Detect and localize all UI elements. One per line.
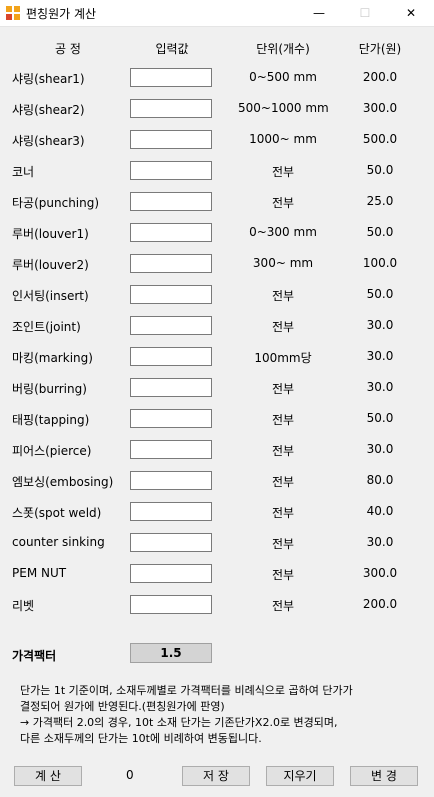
row-unit-price: 50.0 [366, 225, 394, 239]
row-unit: 전부 [271, 196, 295, 210]
header-process: 공 정 [55, 42, 81, 56]
app-icon [6, 6, 20, 20]
row-unit: 전부 [271, 382, 295, 396]
row-unit-price: 30.0 [366, 535, 394, 549]
calculate-button[interactable]: 계 산 [14, 766, 82, 786]
change-button[interactable]: 변 경 [350, 766, 418, 786]
window-title: 편칭원가 계산 [26, 7, 97, 21]
row-unit-price: 30.0 [366, 380, 394, 394]
row-input-field[interactable] [130, 316, 212, 335]
save-button[interactable]: 저 장 [182, 766, 250, 786]
row-input-field[interactable] [130, 161, 212, 180]
close-button[interactable]: ✕ [388, 0, 434, 26]
row-unit-price: 300.0 [362, 101, 398, 115]
row-unit-price: 30.0 [366, 442, 394, 456]
row-unit: 전부 [271, 568, 295, 582]
minimize-button[interactable]: — [296, 0, 342, 26]
row-unit: 0~500 mm [249, 70, 317, 84]
row-unit-price: 80.0 [366, 473, 394, 487]
row-label: 마킹(marking) [12, 351, 93, 365]
row-unit: 300~ mm [252, 256, 314, 270]
row-input-field[interactable] [130, 378, 212, 397]
row-label: counter sinking [12, 535, 105, 549]
row-unit: 전부 [271, 506, 295, 520]
row-label: 인서팅(insert) [12, 289, 89, 303]
header-price: 단가(원) [358, 42, 402, 56]
price-factor-value: 1.5 [130, 643, 212, 663]
row-unit-price: 100.0 [362, 256, 398, 270]
row-label: 타공(punching) [12, 196, 100, 210]
row-unit: 전부 [271, 599, 295, 613]
row-unit: 500~1000 mm [238, 101, 329, 115]
row-unit: 전부 [271, 537, 295, 551]
row-input-field[interactable] [130, 409, 212, 428]
row-unit-price: 30.0 [366, 318, 394, 332]
row-input-field[interactable] [130, 595, 212, 614]
row-label: PEM NUT [12, 566, 67, 580]
row-label: 샤링(shear3) [12, 134, 85, 148]
row-input-field[interactable] [130, 99, 212, 118]
result-value: 0 [126, 768, 134, 782]
row-input-field[interactable] [130, 533, 212, 552]
row-unit: 전부 [271, 165, 295, 179]
row-unit-price: 500.0 [362, 132, 398, 146]
row-input-field[interactable] [130, 347, 212, 366]
row-unit: 0~300 mm [249, 225, 317, 239]
row-unit: 전부 [271, 413, 295, 427]
row-unit-price: 50.0 [366, 411, 394, 425]
note-line-2: 결정되어 원가에 반영된다.(편칭원가에 판영) [20, 700, 225, 713]
row-label: 스폿(spot weld) [12, 506, 102, 520]
clear-button[interactable]: 지우기 [266, 766, 334, 786]
row-unit-price: 300.0 [362, 566, 398, 580]
row-label: 샤링(shear2) [12, 103, 85, 117]
row-input-field[interactable] [130, 254, 212, 273]
row-input-field[interactable] [130, 440, 212, 459]
row-label: 루버(louver1) [12, 227, 89, 241]
note-line-4: 다른 소재두께의 단가는 10t에 비례하여 변동됩니다. [20, 732, 262, 745]
row-unit-price: 25.0 [366, 194, 394, 208]
row-label: 샤링(shear1) [12, 72, 85, 86]
price-factor-label: 가격팩터 [12, 649, 57, 663]
row-unit: 전부 [271, 320, 295, 334]
header-unit: 단위(개수) [256, 42, 310, 56]
row-unit: 전부 [271, 289, 295, 303]
row-unit: 전부 [271, 475, 295, 489]
row-label: 조인트(joint) [12, 320, 81, 334]
row-label: 엠보싱(embosing) [12, 475, 114, 489]
title-bar: 편칭원가 계산 — ☐ ✕ [0, 0, 434, 27]
row-label: 태핑(tapping) [12, 413, 90, 427]
row-input-field[interactable] [130, 192, 212, 211]
row-unit: 100mm당 [254, 351, 312, 365]
row-input-field[interactable] [130, 564, 212, 583]
row-label: 버링(burring) [12, 382, 87, 396]
row-label: 루버(louver2) [12, 258, 89, 272]
row-unit-price: 200.0 [362, 597, 398, 611]
row-unit: 전부 [271, 444, 295, 458]
row-unit-price: 50.0 [366, 163, 394, 177]
note-line-3: → 가격팩터 2.0의 경우, 10t 소재 단가는 기존단가X2.0로 변경되… [20, 716, 338, 729]
note-line-1: 단가는 1t 기준이며, 소재두께별로 가격팩터를 비례식으로 곱하여 단가가 [20, 684, 353, 697]
row-unit: 1000~ mm [249, 132, 317, 146]
row-input-field[interactable] [130, 223, 212, 242]
header-input: 입력값 [155, 42, 189, 56]
row-input-field[interactable] [130, 502, 212, 521]
row-input-field[interactable] [130, 68, 212, 87]
row-input-field[interactable] [130, 471, 212, 490]
maximize-button[interactable]: ☐ [342, 0, 388, 26]
row-label: 코너 [12, 165, 35, 179]
row-label: 피어스(pierce) [12, 444, 92, 458]
row-label: 리벳 [12, 599, 35, 613]
row-unit-price: 200.0 [362, 70, 398, 84]
row-unit-price: 50.0 [366, 287, 394, 301]
row-unit-price: 40.0 [366, 504, 394, 518]
row-unit-price: 30.0 [366, 349, 394, 363]
row-input-field[interactable] [130, 285, 212, 304]
row-input-field[interactable] [130, 130, 212, 149]
